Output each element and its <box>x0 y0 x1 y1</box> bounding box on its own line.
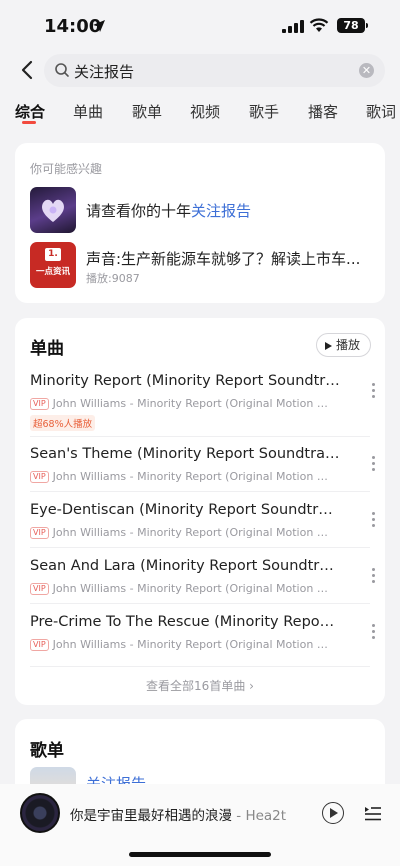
song-title: Eye-Dentiscan (Minority Report Soundtrac… <box>30 502 340 518</box>
battery-indicator: 78 <box>337 18 365 33</box>
song-title: Pre-Crime To The Rescue (Minority Report… <box>30 614 340 630</box>
now-playing-title: 你是宇宙里最好相遇的浪漫 - Hea2t <box>70 808 287 824</box>
vip-badge: VIP <box>30 471 49 483</box>
more-options-icon[interactable] <box>370 456 376 476</box>
search-bar[interactable]: 关注报告 ✕ <box>44 54 385 87</box>
song-row[interactable]: Eye-Dentiscan (Minority Report Soundtrac… <box>30 502 375 546</box>
album-disc[interactable] <box>20 793 60 833</box>
interest-item-podcast-title: 声音:生产新能源车就够了？解读上市车... <box>86 250 361 268</box>
active-tab-indicator <box>22 121 36 124</box>
song-meta: VIP John Williams - Minority Report (Orig… <box>30 397 330 410</box>
more-options-icon[interactable] <box>370 624 376 644</box>
playlist-queue-icon[interactable] <box>364 804 382 822</box>
play-pause-button[interactable] <box>322 802 344 824</box>
interest-card: 你可能感兴趣 请查看你的十年关注报告 1. 一点资讯 声音:生产新能源车就够了？… <box>15 143 385 303</box>
interest-item-podcast-plays: 播放:9087 <box>86 272 140 285</box>
tab-lyrics[interactable]: 歌词 <box>366 101 396 122</box>
song-row[interactable]: Sean And Lara (Minority Report Soundtrac… <box>30 558 375 602</box>
battery-cap <box>366 23 368 28</box>
song-row[interactable]: Sean's Theme (Minority Report Soundtrack… <box>30 446 375 490</box>
song-title: Sean And Lara (Minority Report Soundtrac… <box>30 558 340 574</box>
singles-card: 单曲 播放 Minority Report (Minority Report S… <box>15 318 385 705</box>
location-arrow-icon <box>93 20 105 32</box>
interest-item-podcast[interactable]: 1. 一点资讯 声音:生产新能源车就够了？解读上市车... 播放:9087 <box>30 242 370 288</box>
tab-artists[interactable]: 歌手 <box>249 101 279 122</box>
divider <box>30 436 370 437</box>
divider <box>30 491 370 492</box>
song-title: Minority Report (Minority Report Soundtr… <box>30 373 340 389</box>
play-icon <box>330 808 338 818</box>
popularity-tag: 超68%人播放 <box>30 415 96 431</box>
status-bar: 14:00 78 <box>0 0 400 50</box>
cellular-signal-icon <box>282 20 304 33</box>
song-title: Sean's Theme (Minority Report Soundtrack… <box>30 446 340 462</box>
vip-badge: VIP <box>30 583 49 595</box>
interest-title: 你可能感兴趣 <box>30 162 103 176</box>
song-meta: VIP John Williams - Minority Report (Orig… <box>30 582 330 595</box>
play-icon <box>324 342 332 350</box>
tab-podcasts[interactable]: 播客 <box>308 101 338 122</box>
more-options-icon[interactable] <box>370 568 376 588</box>
interest-item-report[interactable]: 请查看你的十年关注报告 <box>30 187 370 233</box>
search-input[interactable]: 关注报告 <box>74 61 134 82</box>
result-tabs: 综合 单曲 歌单 视频 歌手 播客 歌词 <box>0 96 400 130</box>
home-indicator <box>129 852 271 857</box>
divider <box>30 603 370 604</box>
play-all-button[interactable]: 播放 <box>315 333 371 357</box>
song-meta: VIP John Williams - Minority Report (Orig… <box>30 638 330 651</box>
wifi-icon <box>309 18 329 32</box>
song-meta: VIP John Williams - Minority Report (Orig… <box>30 526 330 539</box>
divider <box>30 666 370 667</box>
song-row[interactable]: Minority Report (Minority Report Soundtr… <box>30 373 375 435</box>
more-options-icon[interactable] <box>370 383 376 403</box>
clear-icon[interactable]: ✕ <box>359 63 374 78</box>
interest-item-report-title: 请查看你的十年关注报告 <box>86 202 252 220</box>
tab-playlists[interactable]: 歌单 <box>132 101 162 122</box>
divider <box>30 547 370 548</box>
report-thumbnail <box>30 187 76 233</box>
singles-title: 单曲 <box>30 339 64 359</box>
playlists-title: 歌单 <box>30 741 64 761</box>
song-meta: VIP John Williams - Minority Report (Orig… <box>30 470 330 483</box>
view-all-singles-link[interactable]: 查看全部16首单曲 › <box>15 677 385 694</box>
vip-badge: VIP <box>30 398 49 410</box>
back-chevron-icon[interactable] <box>16 58 40 82</box>
search-icon <box>55 63 69 77</box>
podcast-thumbnail: 1. 一点资讯 <box>30 242 76 288</box>
vip-badge: VIP <box>30 527 49 539</box>
heart-logo-icon <box>42 199 64 222</box>
tab-videos[interactable]: 视频 <box>190 101 220 122</box>
tab-singles[interactable]: 单曲 <box>73 101 103 122</box>
more-options-icon[interactable] <box>370 512 376 532</box>
tab-comprehensive[interactable]: 综合 <box>15 101 45 122</box>
vip-badge: VIP <box>30 639 49 651</box>
song-row[interactable]: Pre-Crime To The Rescue (Minority Report… <box>30 614 375 658</box>
podcast-thumbnail-label: 一点资讯 <box>35 267 70 277</box>
